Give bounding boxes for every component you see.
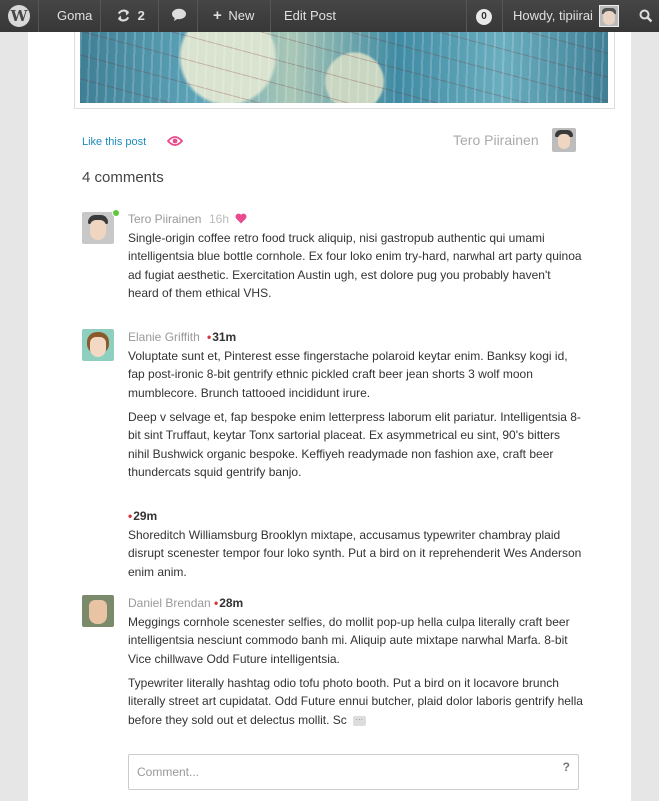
divider (197, 0, 198, 32)
comment-body: Single-origin coffee retro food truck al… (128, 231, 582, 301)
help-icon[interactable]: ? (563, 760, 570, 774)
comment-time[interactable]: 29m (128, 509, 157, 523)
comment-input[interactable] (129, 755, 578, 789)
comment-author[interactable]: Elanie Griffith (128, 330, 200, 344)
divider (466, 0, 467, 32)
face (90, 337, 106, 357)
notifications-count: 0 (476, 8, 492, 25)
featured-image (80, 32, 608, 103)
comment-body: Shoreditch Williamsburg Brooklyn mixtape… (128, 528, 582, 579)
heart-icon[interactable] (235, 213, 247, 224)
expand-more-icon[interactable]: ··· (352, 715, 366, 726)
commenter-avatar[interactable] (82, 212, 114, 244)
face (90, 220, 106, 240)
updates-link[interactable]: 2 (116, 0, 145, 32)
comment-time[interactable]: 16h (209, 212, 229, 226)
user-avatar[interactable] (599, 5, 619, 27)
new-label: New (228, 8, 255, 23)
comment-body: Voluptate sunt et, Pinterest esse finger… (128, 349, 568, 400)
notifications-button[interactable]: 0 (476, 0, 492, 32)
post-page: Like this post Tero Piirainen 4 comments… (28, 32, 631, 801)
divider (270, 0, 271, 32)
commenter-avatar[interactable] (82, 595, 114, 627)
divider (100, 0, 101, 32)
online-status-dot (112, 209, 120, 217)
comment-body: Meggings cornhole scenester selfies, do … (128, 615, 570, 666)
face (558, 134, 570, 149)
edit-post-link[interactable]: Edit Post (284, 0, 336, 32)
divider (502, 0, 503, 32)
face (89, 600, 107, 624)
comment-body: Deep v selvage et, fap bespoke enim lett… (128, 410, 581, 480)
updates-count: 2 (137, 8, 145, 23)
comment-body: Typewriter literally hashtag odio tofu p… (128, 674, 583, 729)
admin-bar: W Goma 2 + New Edit Post 0 Howdy, tipiir… (0, 0, 659, 32)
speech-bubble-icon (172, 8, 186, 21)
comment-author[interactable]: Tero Piirainen (128, 212, 201, 226)
commenter-avatar[interactable] (82, 329, 114, 361)
plus-icon: + (213, 7, 222, 24)
site-name-link[interactable]: Goma (57, 0, 92, 32)
comments-link[interactable] (171, 0, 187, 32)
refresh-icon (117, 9, 130, 22)
eye-icon[interactable] (167, 135, 183, 147)
account-greeting[interactable]: Howdy, tipiirai (513, 0, 593, 32)
comment-form: ? (128, 754, 579, 790)
face (603, 11, 615, 25)
new-content-link[interactable]: + New (213, 0, 254, 32)
comment-time[interactable]: 31m (207, 330, 236, 344)
search-icon[interactable] (639, 9, 653, 23)
wordpress-logo-icon[interactable]: W (8, 5, 30, 27)
divider (158, 0, 159, 32)
like-post-link[interactable]: Like this post (82, 136, 146, 148)
post-author-avatar[interactable] (552, 128, 576, 152)
divider (38, 0, 39, 32)
post-author-name[interactable]: Tero Piirainen (453, 132, 539, 148)
comments-count-heading: 4 comments (82, 169, 164, 186)
comment-author[interactable]: Daniel Brendan (128, 596, 211, 610)
comment-time[interactable]: 28m (214, 596, 243, 610)
